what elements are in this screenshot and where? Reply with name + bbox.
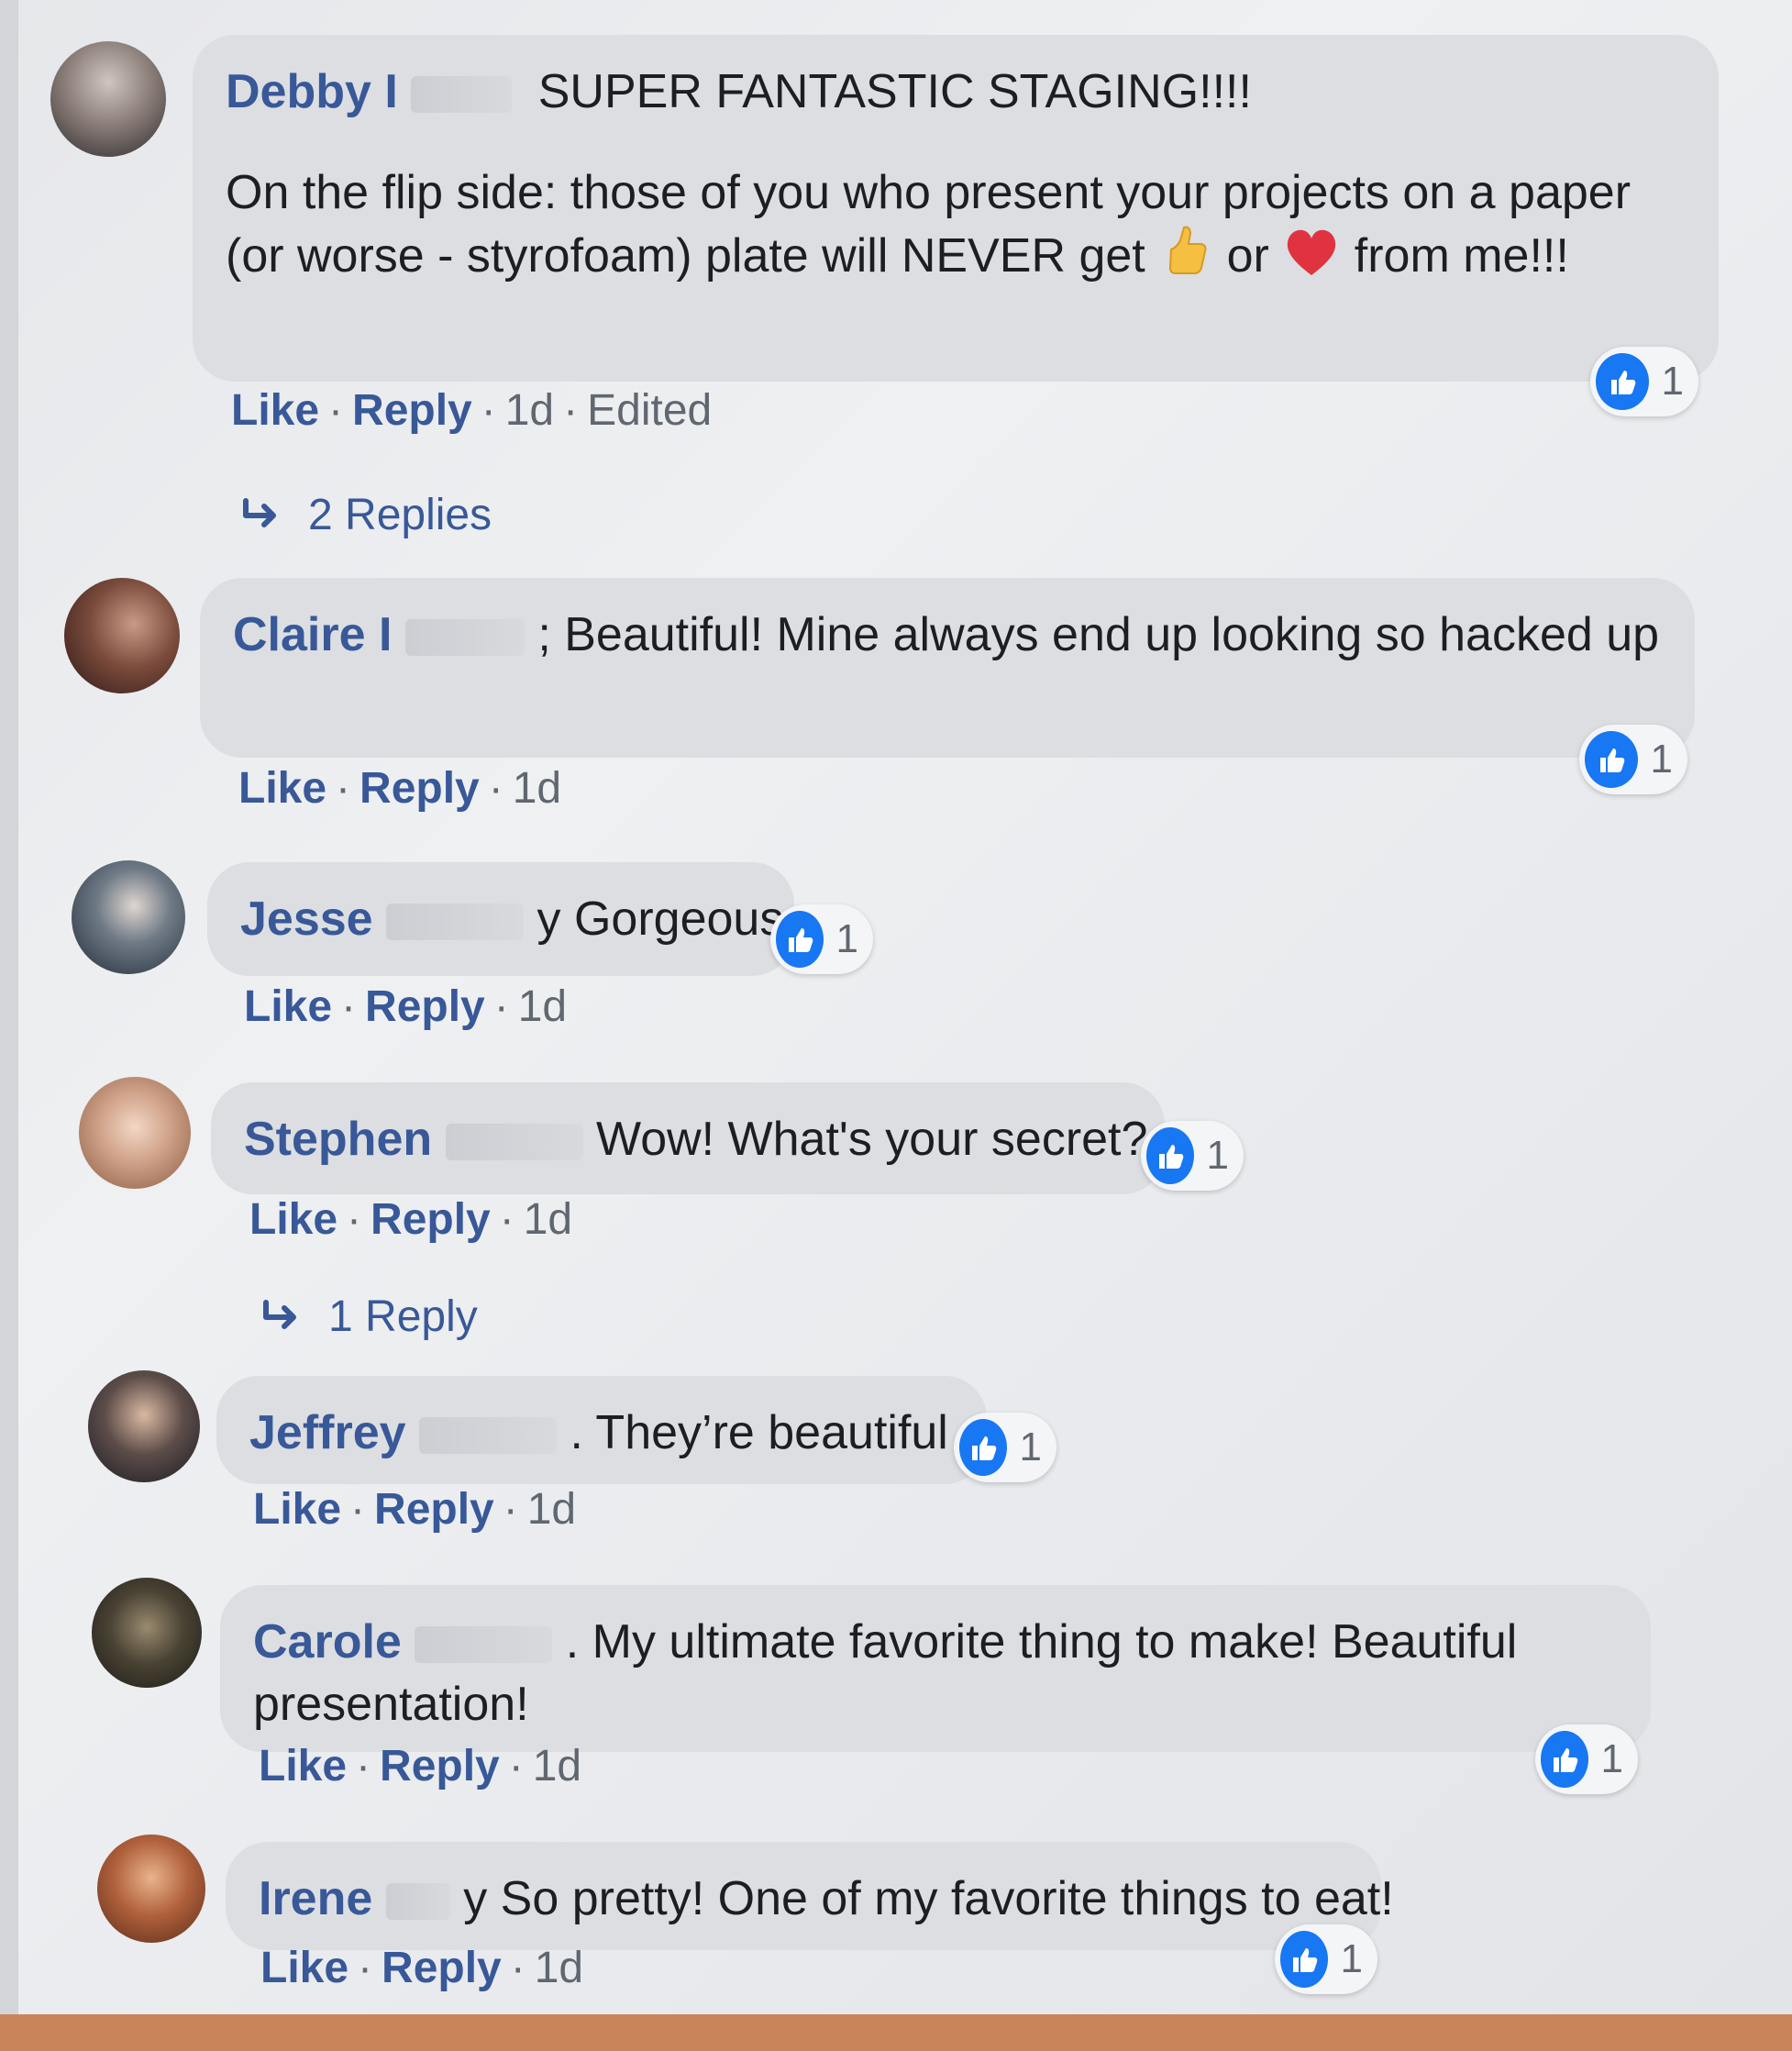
screen-edge [0,0,18,2051]
like-button[interactable]: Like [260,1944,348,1992]
timestamp[interactable]: 1d [535,1944,583,1992]
reaction-count[interactable]: 1 [954,1413,1056,1482]
timestamp[interactable]: 1d [513,764,561,813]
avatar[interactable] [92,1578,202,1688]
like-button[interactable]: Like [244,982,332,1031]
commenter-name[interactable]: Debby I [226,65,398,118]
reply-arrow-icon [263,1299,296,1329]
comment-actions: Like · Reply · 1d [253,1485,577,1534]
reaction-count[interactable]: 1 [1535,1724,1638,1794]
comment-bubble: Carole . My ultimate favorite thing to m… [220,1585,1651,1752]
view-replies-link[interactable]: 2 Replies [240,490,492,540]
comment-text: . They’re beautiful [570,1406,948,1459]
reply-button[interactable]: Reply [360,764,480,813]
reply-button[interactable]: Reply [365,982,485,1031]
comment-text: or [1226,229,1269,283]
comment-bubble: Jesse y Gorgeous [207,862,794,976]
comment-text: from me!!! [1354,229,1569,283]
reply-button[interactable]: Reply [380,1742,500,1790]
like-reaction-icon [1280,1931,1328,1988]
avatar[interactable] [50,41,166,157]
thumbs-up-emoji [1158,224,1213,294]
comment-bubble: Debby I SUPER FANTASTIC STAGING!!!! On t… [193,35,1719,382]
comment-text: y Gorgeous [536,892,784,946]
timestamp[interactable]: 1d [527,1485,576,1534]
like-button[interactable]: Like [259,1742,347,1790]
like-button[interactable]: Like [231,386,319,435]
like-reaction-icon [1585,731,1638,788]
reaction-count[interactable]: 1 [1579,725,1687,794]
comment-actions: Like · Reply · 1d [259,1742,582,1790]
comment-actions: Like · Reply · 1d [260,1944,584,1992]
reaction-count[interactable]: 1 [1590,347,1698,416]
redacted-name [385,1883,450,1921]
commenter-name[interactable]: Carole [253,1615,402,1669]
comment-text: SUPER FANTASTIC STAGING!!!! [537,65,1252,118]
timestamp[interactable]: 1d [518,982,567,1031]
reply-arrow-icon [243,497,276,527]
like-reaction-icon [959,1419,1007,1476]
comment-text: ; Beautiful! Mine always end up looking … [537,608,1660,661]
redacted-name [386,904,525,941]
like-reaction-icon [1146,1127,1194,1184]
desk-edge [0,2014,1792,2051]
reaction-count[interactable]: 1 [770,904,873,974]
comment-bubble: Irene y So pretty! One of my favorite th… [226,1842,1394,1950]
heart-emoji [1282,224,1341,294]
comment-actions: Like · Reply · 1d [244,982,568,1031]
like-button[interactable]: Like [238,764,326,813]
like-reaction-icon [1541,1731,1588,1788]
commenter-name[interactable]: Stephen [244,1113,432,1166]
redacted-name [445,1124,583,1161]
timestamp[interactable]: 1d [524,1195,572,1244]
comment-bubble: Stephen Wow! What's your secret? [211,1082,1165,1194]
redacted-name [415,1626,553,1664]
comment-bubble: Claire I ; Beautiful! Mine always end up… [200,578,1695,758]
like-button[interactable]: Like [253,1485,341,1534]
timestamp[interactable]: 1d [505,386,554,435]
commenter-name[interactable]: Irene [259,1872,372,1925]
comment-bubble: Jeffrey . They’re beautiful [216,1376,987,1484]
redacted-name [411,76,513,114]
avatar[interactable] [97,1835,205,1943]
avatar[interactable] [88,1370,200,1482]
commenter-name[interactable]: Jeffrey [249,1406,406,1459]
like-reaction-icon [1596,353,1649,410]
commenter-name[interactable]: Claire I [233,608,392,661]
edited-label: Edited [587,386,713,435]
avatar[interactable] [64,578,180,693]
avatar[interactable] [79,1077,191,1189]
comment-text: Wow! What's your secret? [596,1113,1148,1166]
redacted-name [404,619,525,657]
comment-text: y So pretty! One of my favorite things t… [463,1872,1394,1925]
reply-button[interactable]: Reply [352,386,472,435]
reaction-count[interactable]: 1 [1275,1924,1377,1994]
view-replies-link[interactable]: 1 Reply [260,1292,478,1342]
reply-button[interactable]: Reply [374,1485,494,1534]
like-button[interactable]: Like [249,1195,337,1244]
reply-button[interactable]: Reply [371,1195,491,1244]
timestamp[interactable]: 1d [533,1742,581,1790]
like-reaction-icon [776,911,824,968]
reply-button[interactable]: Reply [382,1944,502,1992]
comment-actions: Like · Reply · 1d · Edited [231,386,713,435]
reaction-count[interactable]: 1 [1141,1121,1244,1191]
commenter-name[interactable]: Jesse [240,892,373,946]
comment-actions: Like · Reply · 1d [249,1195,573,1244]
avatar[interactable] [72,860,185,974]
comment-actions: Like · Reply · 1d [238,764,562,813]
redacted-name [419,1417,558,1455]
